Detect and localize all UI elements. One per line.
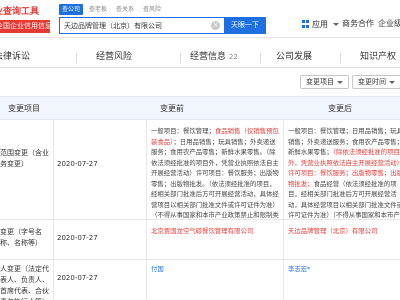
nav-business-cooperation[interactable]: 商务合作 bbox=[342, 17, 374, 31]
header-change-item: 变更项目 bbox=[8, 104, 40, 113]
after-text: 一般项目：餐饮管理；日用品销售；玩具销售；外卖递送服务；食用农产品零售；新鲜水果… bbox=[288, 126, 400, 219]
top-header: 业查询工具 全国企业信用信息公示 查公司 查老板 查关系 查风险 × 天眼一下 … bbox=[0, 0, 400, 38]
tab-operation-info[interactable]: 经营信息 22 bbox=[190, 49, 238, 62]
before-part: ；日用品销售；玩具销售；外卖递送服务；食用农产品零售；新鲜水果零售。（除依法须经… bbox=[151, 137, 279, 220]
cell-after: 一般项目：餐饮管理；日用品销售；玩具销售；外卖递送服务；食用农产品零售；新鲜水果… bbox=[284, 120, 400, 219]
cell-after: 李志宏* bbox=[284, 260, 400, 300]
tab-divider bbox=[76, 53, 77, 63]
tab-operation-risk[interactable]: 经营风险 bbox=[96, 49, 132, 62]
cell-date: 2020-07-27 bbox=[54, 220, 147, 259]
chevron-down-icon bbox=[389, 80, 395, 84]
grid-icon bbox=[302, 20, 310, 28]
before-text: 一般项目：餐饮管理；食品销售（仅销售预包装食品）；日用品销售；玩具销售；外卖递送… bbox=[151, 126, 281, 219]
tab-development[interactable]: 公司发展 bbox=[276, 49, 312, 62]
cell-item: 变更（字号名称、名称等） bbox=[0, 220, 54, 259]
before-part: 一般项目：餐饮管理； bbox=[151, 127, 215, 135]
search-type-tabs: 查公司 查老板 查关系 查风险 bbox=[59, 4, 164, 16]
cell-item: 人变更（法定代表人、负责人、首席代表、合伙事务执行人等） bbox=[0, 260, 54, 300]
search-button[interactable]: 天眼一下 bbox=[224, 17, 266, 34]
cell-before: 付国 bbox=[147, 260, 284, 300]
table-row: 变更（字号名称、名称等） 2020-07-27 北京贾国龙空气碳餐饮管理有限公司… bbox=[0, 220, 400, 260]
cell-after: 天边品牌管理（北京）有限公司 bbox=[284, 220, 400, 259]
cell-date: 2020-07-27 bbox=[54, 120, 147, 219]
after-text: 天边品牌管理（北京）有限公司 bbox=[288, 227, 378, 235]
tab-ip[interactable]: 知识产权 bbox=[360, 49, 396, 62]
before-person-link[interactable]: 付国 bbox=[151, 264, 281, 275]
tab-legal[interactable]: 法律诉讼 bbox=[0, 49, 30, 62]
filter-change-time[interactable]: 变更时间 bbox=[352, 75, 400, 89]
search-tab-risk[interactable]: 查风险 bbox=[140, 4, 164, 15]
tab-divider bbox=[260, 53, 261, 63]
search-input[interactable] bbox=[64, 18, 204, 33]
change-item-text: 范围变更（含业务变更） bbox=[0, 149, 49, 168]
search-box: × bbox=[59, 17, 224, 34]
header-before: 变更前 bbox=[160, 104, 184, 113]
table-row: 范围变更（含业务变更） 2020-07-27 一般项目：餐饮管理；食品销售（仅销… bbox=[0, 120, 400, 220]
change-item-text: 人变更（法定代表人、负责人、首席代表、合伙事务执行人等） bbox=[0, 265, 49, 300]
site-logo[interactable]: 业查询工具 全国企业信用信息公示 bbox=[0, 2, 54, 36]
change-item-text: 变更（字号名称、名称等） bbox=[0, 228, 42, 247]
chevron-down-icon bbox=[333, 22, 339, 26]
cell-before: 北京贾国龙空气碳餐饮管理有限公司 bbox=[147, 220, 284, 259]
tab-count: 22 bbox=[228, 53, 238, 61]
change-date: 2020-07-27 bbox=[57, 160, 98, 168]
header-after: 变更后 bbox=[328, 104, 352, 113]
cell-before: 一般项目：餐饮管理；食品销售（仅销售预包装食品）；日用品销售；玩具销售；外卖递送… bbox=[147, 120, 284, 219]
filter-change-item-label: 变更项目 bbox=[306, 78, 334, 86]
table-header: 变更项目 变更前 变更后 bbox=[0, 96, 400, 120]
tab-divider bbox=[340, 53, 341, 63]
nav-enterprise[interactable]: 企业级 bbox=[378, 17, 400, 31]
change-date: 2020-07-27 bbox=[57, 274, 98, 282]
filter-change-item[interactable]: 变更项目 bbox=[300, 75, 349, 89]
tab-divider bbox=[180, 53, 181, 63]
cell-item: 范围变更（含业务变更） bbox=[0, 120, 54, 219]
clear-icon[interactable]: × bbox=[211, 21, 220, 30]
change-date: 2020-07-27 bbox=[57, 234, 98, 242]
section-tabs: 法律诉讼 经营风险 经营信息 22 公司发展 知识产权 bbox=[0, 44, 400, 68]
logo-subtitle: 全国企业信用信息公示 bbox=[0, 20, 50, 33]
filter-change-time-label: 变更时间 bbox=[358, 78, 386, 86]
after-person-link[interactable]: 李志宏* bbox=[288, 264, 400, 275]
tab-operation-info-label: 经营信息 bbox=[190, 52, 227, 62]
search-tab-company[interactable]: 查公司 bbox=[59, 4, 84, 15]
chevron-down-icon bbox=[337, 80, 343, 84]
app-menu-label: 应用 bbox=[312, 19, 328, 29]
logo-title: 业查询工具 bbox=[0, 5, 50, 19]
app-menu[interactable]: 应用 bbox=[302, 16, 339, 32]
search-tab-relation[interactable]: 查关系 bbox=[113, 4, 137, 15]
table-row: 人变更（法定代表人、负责人、首席代表、合伙事务执行人等） 2020-07-27 … bbox=[0, 260, 400, 300]
cell-date: 2020-07-27 bbox=[54, 260, 147, 300]
before-text: 北京贾国龙空气碳餐饮管理有限公司 bbox=[151, 227, 254, 235]
search-tab-boss[interactable]: 查老板 bbox=[86, 4, 110, 15]
